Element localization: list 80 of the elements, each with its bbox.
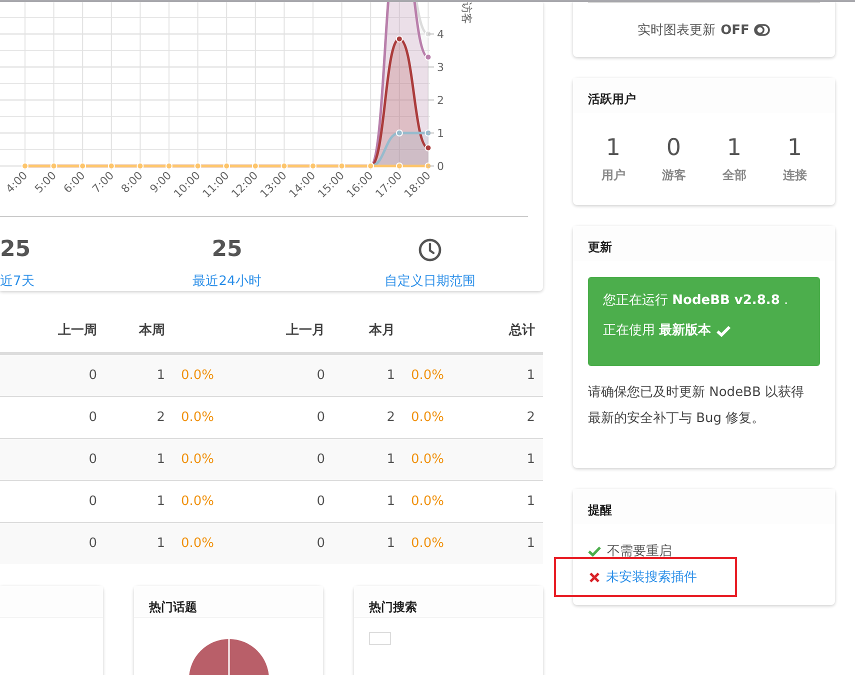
table-cell: 0 <box>88 494 97 509</box>
column-header: 总计 <box>509 322 535 339</box>
count-label: 用户 <box>601 167 626 184</box>
y-tick-label: 1 <box>437 127 444 140</box>
table-cell: 1 <box>386 536 395 551</box>
count-value: 1 <box>606 135 621 161</box>
clock-icon[interactable] <box>418 238 442 262</box>
empty-legend <box>369 632 391 645</box>
column-header: 本月 <box>369 322 395 339</box>
change-percent: 0.0% <box>410 536 446 551</box>
y-axis-title: 访客 <box>460 2 473 24</box>
change-percent: 0.0% <box>180 452 216 467</box>
alert-text: 您正在运行 NodeBB v2.8.8 . <box>603 292 788 310</box>
table-cell: 1 <box>156 452 165 467</box>
table-cell: 2 <box>156 410 165 425</box>
toggle-icon[interactable] <box>754 24 770 36</box>
table-cell: 1 <box>526 494 535 509</box>
y-tick-label: 4 <box>437 28 444 41</box>
stat-value: 25 <box>212 237 242 263</box>
table-cell: 0 <box>88 452 97 467</box>
point <box>396 130 403 136</box>
realtime-label: 实时图表更新 <box>638 22 716 39</box>
count-label: 全部 <box>722 167 746 184</box>
change-percent: 0.0% <box>410 452 446 467</box>
alert-text: 正在使用 最新版本 <box>603 322 712 340</box>
table-cell: 0 <box>316 536 325 551</box>
table-cell: 1 <box>386 494 395 509</box>
table-cell: 0 <box>316 494 325 509</box>
table-cell: 0 <box>88 368 97 383</box>
card-title: 提醒 <box>588 503 612 517</box>
table-cell: 2 <box>526 410 535 425</box>
change-percent: 0.0% <box>180 494 216 509</box>
stat-value: 25 <box>0 237 31 263</box>
column-header: 上一月 <box>286 322 325 339</box>
change-percent: 0.0% <box>180 368 216 383</box>
point <box>424 144 432 152</box>
table-cell: 1 <box>156 368 165 383</box>
update-note: 请确保您已及时更新 NodeBB 以获得最新的安全补丁与 Bug 修复。 <box>588 384 805 428</box>
table-cell: 1 <box>526 536 535 551</box>
table-cell: 1 <box>386 452 395 467</box>
column-header: 本周 <box>139 322 165 339</box>
y-tick-label: 3 <box>437 61 444 74</box>
count-value: 0 <box>666 135 682 161</box>
card-title: 活跃用户 <box>588 92 636 106</box>
table-cell: 1 <box>386 368 395 383</box>
count-value: 1 <box>787 135 802 161</box>
point <box>396 35 403 42</box>
stat-link[interactable]: 自定义日期范围 <box>384 273 476 291</box>
table-cell: 0 <box>88 410 97 425</box>
count-label: 连接 <box>782 167 807 184</box>
table-cell: 1 <box>156 536 165 551</box>
change-percent: 0.0% <box>410 368 446 383</box>
point <box>424 54 432 61</box>
count-value: 1 <box>726 135 742 161</box>
table-cell: 1 <box>156 494 165 509</box>
change-percent: 0.0% <box>410 494 446 509</box>
card-title: 更新 <box>588 240 612 254</box>
card-title: 热门搜索 <box>369 600 417 614</box>
change-percent: 0.0% <box>180 536 216 551</box>
stat-link[interactable]: 近7天 <box>0 273 34 291</box>
column-header: 上一周 <box>58 322 97 339</box>
table-cell: 0 <box>316 410 325 425</box>
y-tick-label: 0 <box>437 160 444 173</box>
point <box>424 130 432 136</box>
table-cell: 0 <box>88 536 97 551</box>
notice-link[interactable]: 未安装搜索插件 <box>606 568 697 586</box>
table-cell: 0 <box>316 368 325 383</box>
count-label: 游客 <box>662 167 686 184</box>
point <box>396 162 403 170</box>
table-cell: 1 <box>526 452 535 467</box>
table-cell: 2 <box>386 410 395 425</box>
toggle-state: OFF <box>720 22 750 38</box>
change-percent: 0.0% <box>410 410 446 425</box>
change-percent: 0.0% <box>180 410 216 425</box>
notice-text: 不需要重启 <box>607 543 672 560</box>
table-cell: 0 <box>316 452 325 467</box>
card-title: 热门话题 <box>149 600 197 614</box>
y-tick-label: 2 <box>437 94 444 107</box>
stat-link[interactable]: 最近24小时 <box>192 273 262 291</box>
table-cell: 1 <box>526 368 535 383</box>
